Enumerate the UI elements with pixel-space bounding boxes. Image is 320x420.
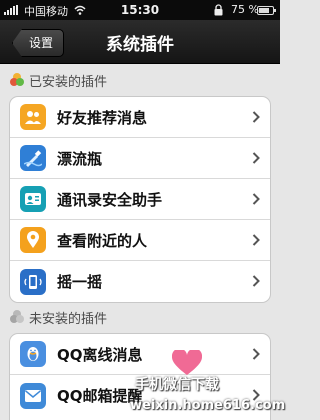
qq-mail-icon (20, 382, 46, 409)
qq-penguin-icon (20, 341, 46, 367)
status-bar: 中国移动 15:30 75 % (0, 0, 280, 20)
page-title: 系统插件 (106, 35, 174, 55)
item-label: 摇一摇 (57, 273, 103, 291)
installed-section-header: 已安装的插件 (10, 69, 107, 91)
chevron-right-icon (252, 234, 260, 246)
not-installed-section-header: 未安装的插件 (10, 306, 107, 328)
section-title: 已安装的插件 (29, 74, 108, 90)
plugins-dots-icon (10, 73, 24, 87)
chevron-right-icon (252, 348, 260, 360)
list-item-contacts-security[interactable]: 通讯录安全助手 (10, 179, 270, 220)
chevron-right-icon (252, 275, 260, 287)
shake-phone-icon (20, 268, 46, 295)
chevron-right-icon (252, 193, 260, 205)
contacts-security-icon (20, 186, 46, 212)
navigation-bar: 设置 系统插件 (0, 20, 280, 64)
watermark-url: weixin.home616.com (130, 398, 286, 413)
drift-bottle-icon (20, 145, 46, 171)
watermark-text: 手机微信下载 (135, 377, 219, 393)
plugins-dots-gray-icon (10, 310, 24, 324)
chevron-right-icon (252, 152, 260, 164)
item-label: 通讯录安全助手 (57, 190, 163, 209)
battery-icon (257, 6, 276, 15)
installed-plugins-list: 好友推荐消息 漂流瓶 通讯录安全助手 查看附近的人 摇一摇 (9, 96, 271, 303)
section-title: 未安装的插件 (29, 311, 108, 327)
location-pin-icon (20, 227, 46, 253)
item-label: QQ离线消息 (57, 345, 143, 364)
item-label: 查看附近的人 (57, 231, 148, 250)
battery-percent: 75 % (231, 3, 259, 16)
list-item-qq-offline-messages[interactable]: QQ离线消息 (10, 334, 270, 375)
orientation-lock-icon (214, 4, 223, 16)
list-item-people-nearby[interactable]: 查看附近的人 (10, 220, 270, 261)
contacts-recommend-icon (20, 104, 46, 130)
heart-icon (172, 350, 202, 375)
list-item-drift-bottle[interactable]: 漂流瓶 (10, 138, 270, 179)
item-label: 好友推荐消息 (57, 108, 148, 127)
list-item-friend-recommend[interactable]: 好友推荐消息 (10, 97, 270, 138)
chevron-right-icon (252, 111, 260, 123)
list-item-shake[interactable]: 摇一摇 (10, 261, 270, 302)
item-label: 漂流瓶 (57, 149, 103, 168)
